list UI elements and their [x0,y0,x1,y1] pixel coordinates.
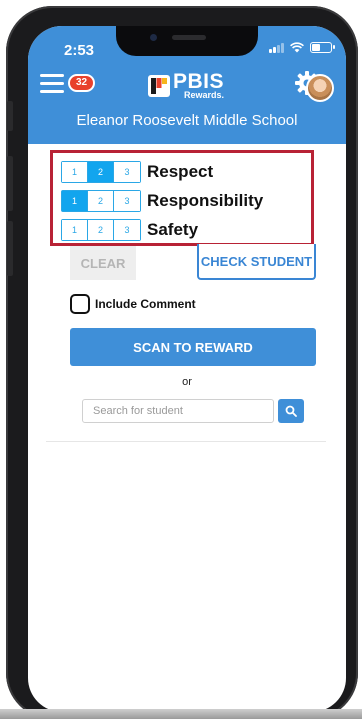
mute-switch [7,101,13,131]
or-separator: or [182,376,192,388]
behavior-label: Respect [147,161,214,181]
behavior-ratings-panel: 1 2 3 Respect 1 2 3 Responsibility 1 2 3 [50,150,314,246]
rating-option-1[interactable]: 1 [62,190,88,211]
status-time: 2:53 [64,42,95,59]
status-icons [269,42,335,53]
rating-option-2[interactable]: 2 [88,190,114,211]
pbis-logo-mark-icon [148,74,170,97]
divider [46,441,326,442]
behavior-label: Responsibility [147,190,264,210]
clear-button[interactable]: CLEAR [70,246,136,280]
rating-option-2[interactable]: 2 [88,161,114,182]
include-comment-label: Include Comment [95,297,196,311]
bottom-shadow [0,709,362,719]
pbis-rewards-logo: PBIS Rewards. [148,71,224,100]
settings-profile-button[interactable] [294,70,334,104]
check-student-button[interactable]: CHECK STUDENT [197,244,316,280]
avatar[interactable] [306,74,334,102]
notch [116,26,258,56]
behavior-row-responsibility: 1 2 3 Responsibility [61,186,311,215]
notification-badge[interactable]: 32 [68,74,96,92]
rating-selector: 1 2 3 [61,189,141,212]
include-comment-row[interactable]: Include Comment [70,294,196,314]
rating-option-2[interactable]: 2 [88,219,114,240]
volume-up-button [7,156,13,211]
search-button[interactable] [278,399,304,423]
phone-frame: 2:53 32 PBIS Rewards. Eleanor Roosevelt … [6,6,358,719]
behavior-row-respect: 1 2 3 Respect [61,157,311,186]
behavior-row-safety: 1 2 3 Safety [61,215,311,244]
student-search-input[interactable] [82,399,274,423]
rating-selector: 1 2 3 [61,160,141,183]
battery-level [312,44,320,51]
scan-to-reward-button[interactable]: SCAN TO REWARD [70,328,316,366]
behavior-label: Safety [147,219,199,239]
volume-down-button [7,221,13,276]
school-name: Eleanor Roosevelt Middle School [76,112,298,129]
search-icon [285,405,297,417]
rating-option-3[interactable]: 3 [114,161,140,182]
rating-option-1[interactable]: 1 [62,219,88,240]
include-comment-checkbox[interactable] [70,294,90,314]
cellular-signal-icon [269,42,284,53]
hamburger-menu-icon[interactable] [40,74,64,94]
rating-option-3[interactable]: 3 [114,190,140,211]
rating-option-3[interactable]: 3 [114,219,140,240]
battery-icon [310,42,335,53]
wifi-icon [290,42,304,53]
app-header: 2:53 32 PBIS Rewards. Eleanor Roosevelt … [28,26,346,144]
rating-option-1[interactable]: 1 [62,161,88,182]
logo-title: PBIS [173,70,225,93]
app-screen: 2:53 32 PBIS Rewards. Eleanor Roosevelt … [28,26,346,712]
rating-selector: 1 2 3 [61,218,141,241]
